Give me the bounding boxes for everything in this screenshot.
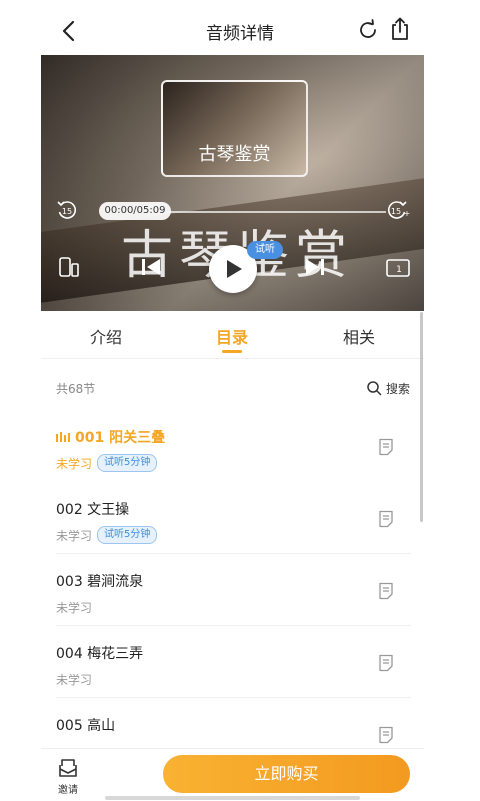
list-item[interactable]: 004 梅花三弄 未学习 xyxy=(41,626,411,698)
item-status: 未学习 xyxy=(56,673,93,687)
home-indicator xyxy=(105,796,360,800)
playing-bars-icon xyxy=(56,432,70,442)
audio-player: 古琴鉴赏 古琴鉴赏 15 00:00/05:09 15 + 试听 1 xyxy=(41,55,424,311)
next-track-icon[interactable] xyxy=(303,255,327,279)
forward-label: 15 xyxy=(391,207,401,216)
svg-text:+: + xyxy=(404,209,411,218)
item-title: 003 碧涧流泉 xyxy=(56,574,144,590)
previous-track-icon[interactable] xyxy=(139,255,163,279)
item-title: 002 文王操 xyxy=(56,502,130,518)
list-item[interactable]: 003 碧涧流泉 未学习 xyxy=(41,554,411,626)
tab-catalog[interactable]: 目录 xyxy=(216,324,248,348)
trial-tag: 试听5分钟 xyxy=(97,526,158,544)
header: 音频详情 xyxy=(0,10,480,52)
lesson-count: 共68节 xyxy=(56,382,96,396)
trial-badge: 试听 xyxy=(247,241,283,259)
item-title: 005 高山 xyxy=(56,718,116,734)
item-title: 001 阳关三叠 xyxy=(75,430,166,446)
document-icon[interactable] xyxy=(378,510,394,528)
document-icon[interactable] xyxy=(378,726,394,744)
album-cover: 古琴鉴赏 xyxy=(161,80,308,177)
invite-envelope-icon xyxy=(59,759,77,777)
bottom-bar: 邀请 立即购买 xyxy=(41,748,424,801)
rewind-label: 15 xyxy=(62,207,72,216)
tab-bar: 介绍 目录 相关 xyxy=(41,312,424,359)
play-icon xyxy=(227,260,242,278)
document-icon[interactable] xyxy=(378,654,394,672)
status-strip xyxy=(0,0,480,10)
mini-player-icon[interactable]: 1 xyxy=(385,257,411,279)
buy-now-button[interactable]: 立即购买 xyxy=(163,755,410,793)
search-label: 搜索 xyxy=(386,382,411,396)
list-item[interactable]: 001 阳关三叠 未学习 试听5分钟 xyxy=(41,410,411,482)
tab-related[interactable]: 相关 xyxy=(343,324,375,348)
time-display: 00:00/05:09 xyxy=(99,202,171,220)
device-icon[interactable] xyxy=(57,255,81,279)
item-title: 004 梅花三弄 xyxy=(56,646,144,662)
tab-indicator xyxy=(222,350,242,353)
scrollbar[interactable] xyxy=(420,312,423,522)
item-status: 未学习 xyxy=(56,601,93,615)
svg-text:1: 1 xyxy=(396,265,402,275)
progress-track[interactable] xyxy=(169,211,386,213)
item-status: 未学习 xyxy=(56,457,93,471)
invite-label: 邀请 xyxy=(58,785,78,796)
search-icon xyxy=(367,381,382,396)
list-item[interactable]: 002 文王操 未学习 试听5分钟 xyxy=(41,482,411,554)
item-status: 未学习 xyxy=(56,529,93,543)
share-icon[interactable] xyxy=(388,16,412,42)
tab-intro[interactable]: 介绍 xyxy=(90,324,122,348)
cover-title: 古琴鉴赏 xyxy=(198,144,271,165)
invite-button[interactable]: 邀请 xyxy=(55,757,79,797)
rewind-15-icon[interactable]: 15 xyxy=(55,198,79,222)
trial-tag: 试听5分钟 xyxy=(97,454,158,472)
refresh-icon[interactable] xyxy=(356,18,380,42)
forward-15-icon[interactable]: 15 + xyxy=(385,198,411,222)
document-icon[interactable] xyxy=(378,582,394,600)
document-icon[interactable] xyxy=(378,438,394,456)
